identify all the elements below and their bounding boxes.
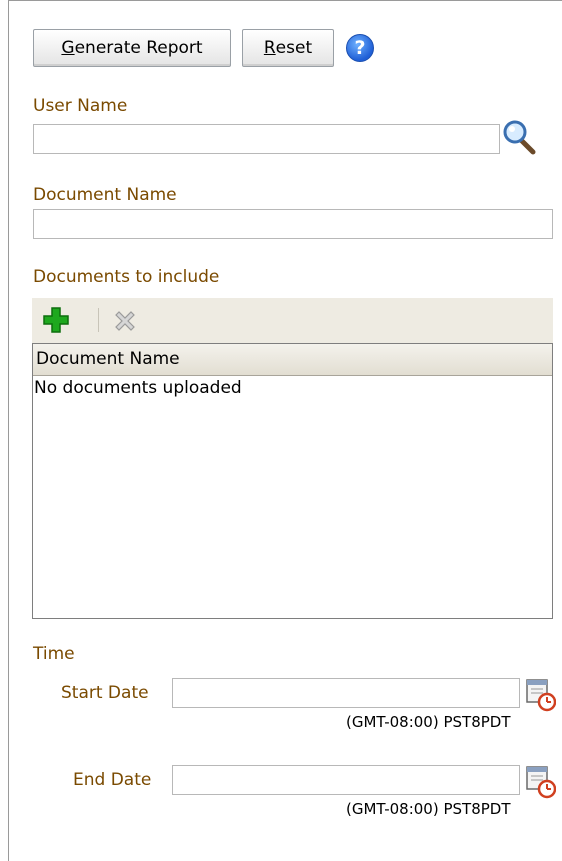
reset-label: eset — [275, 38, 313, 58]
time-section-label: Time — [33, 644, 75, 664]
documents-section-label: Documents to include — [33, 267, 220, 287]
user-name-input[interactable] — [33, 124, 500, 154]
document-name-input[interactable] — [33, 209, 553, 239]
calendar-icon[interactable] — [524, 676, 556, 712]
document-name-label: Document Name — [33, 185, 177, 205]
start-date-label: Start Date — [61, 683, 149, 703]
calendar-icon[interactable] — [524, 763, 556, 799]
document-name-column-header[interactable]: Document Name — [33, 344, 552, 376]
remove-icon[interactable] — [110, 306, 140, 336]
toolbar-separator — [98, 308, 99, 332]
empty-table-message: No documents uploaded — [34, 378, 242, 398]
search-icon[interactable] — [502, 119, 536, 155]
add-icon[interactable] — [42, 306, 70, 334]
end-date-input[interactable] — [172, 765, 520, 795]
start-date-input[interactable] — [172, 678, 520, 708]
user-name-label: User Name — [33, 96, 128, 116]
help-icon[interactable]: ? — [346, 34, 374, 62]
start-timezone-text: (GMT-08:00) PST8PDT — [346, 713, 511, 731]
reset-button[interactable]: Reset — [242, 29, 334, 67]
generate-label: enerate Report — [74, 38, 203, 58]
help-glyph: ? — [354, 37, 366, 59]
end-date-label: End Date — [73, 770, 152, 790]
end-timezone-text: (GMT-08:00) PST8PDT — [346, 800, 511, 818]
documents-toolbar — [32, 298, 553, 343]
reset-access-key: R — [263, 38, 276, 58]
generate-access-key: G — [61, 38, 75, 58]
documents-table: Document Name No documents uploaded — [32, 343, 553, 619]
generate-report-button[interactable]: Generate Report — [33, 29, 231, 67]
